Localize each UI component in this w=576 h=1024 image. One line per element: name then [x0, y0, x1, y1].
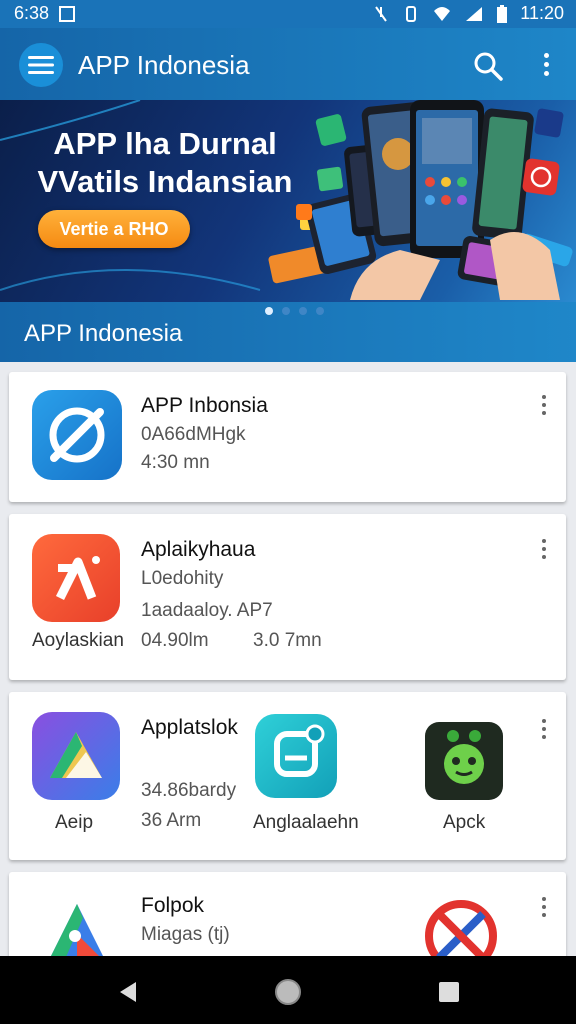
wifi-icon: [434, 6, 451, 21]
app-detail-2: 1aadaaloy. AP7: [141, 600, 273, 621]
app-detail: Miagas (tj): [141, 924, 230, 945]
app-meta: 4:30 mn: [141, 452, 210, 473]
app-detail: 0A66dMHgk: [141, 424, 246, 445]
card-more-button[interactable]: [534, 392, 554, 420]
app-icon[interactable]: [32, 390, 122, 480]
app-title: APP Inbonsia: [141, 394, 268, 417]
promo-banner[interactable]: APP lha Durnal VVatils Indansian Vertie …: [0, 100, 576, 302]
banner-headline-2: VVatils Indansian: [37, 164, 293, 199]
system-nav-bar: [0, 956, 576, 1024]
app-detail: L0edohity: [141, 568, 224, 589]
app-detail: 34.86bardy: [141, 780, 237, 801]
app-icon[interactable]: [32, 534, 120, 622]
home-icon[interactable]: [274, 978, 302, 1006]
carousel-dot[interactable]: [265, 307, 273, 315]
lambda-app-icon: [55, 556, 100, 601]
app-size: 04.90lm: [141, 630, 209, 651]
screenshot-icon: [59, 5, 76, 22]
back-icon[interactable]: [116, 980, 140, 1004]
more-vert-icon: [534, 536, 554, 559]
app-icon-label: Aoylaskian: [32, 630, 124, 651]
app-time: 3.0 7mn: [253, 630, 322, 651]
battery-icon: [497, 4, 508, 23]
mute-icon: [375, 5, 388, 22]
carousel-indicator[interactable]: [265, 307, 324, 315]
search-icon: [474, 52, 503, 81]
status-bar: 6:38 11:20: [0, 0, 576, 28]
more-vert-icon: [534, 392, 554, 415]
app-card[interactable]: APP Inbonsia 0A66dMHgk 4:30 mn: [9, 372, 566, 502]
app-card[interactable]: Aoylaskian Aplaikyhaua L0edohity 1aadaal…: [9, 514, 566, 680]
vibrate-icon: [406, 5, 417, 22]
card-more-button[interactable]: [534, 894, 554, 922]
more-vert-icon: [534, 50, 558, 76]
overflow-menu-button[interactable]: [534, 50, 558, 82]
card-more-button[interactable]: [534, 536, 554, 564]
menu-button[interactable]: [19, 43, 63, 87]
app-title: APP Indonesia: [78, 50, 250, 80]
android-app-icon: [444, 730, 484, 784]
more-vert-icon: [534, 894, 554, 917]
banner-cta-button[interactable]: Vertie a RHO: [38, 210, 190, 248]
chat-app-icon: [274, 724, 325, 777]
app-card[interactable]: Aeip Applatslok 34.86bardy 36 Arm Anglaa…: [9, 692, 566, 860]
app-title: Folpok: [141, 894, 205, 917]
hamburger-icon: [28, 56, 54, 74]
compass-app-icon: [49, 407, 105, 463]
app-icon-label: Anglaalaehn: [253, 812, 359, 833]
signal-icon: [466, 6, 483, 21]
carousel-dot[interactable]: [299, 307, 307, 315]
more-vert-icon: [534, 716, 554, 739]
status-time: 11:20: [520, 3, 564, 23]
app-icon-label: Aeip: [55, 812, 94, 833]
app-icon[interactable]: [255, 714, 337, 798]
status-left-text: 6:38: [14, 3, 50, 23]
carousel-dot[interactable]: [316, 307, 324, 315]
card-more-button[interactable]: [534, 716, 554, 744]
recents-icon[interactable]: [438, 981, 460, 1003]
carousel-dot[interactable]: [282, 307, 290, 315]
app-bar: APP Indonesia: [0, 28, 576, 100]
search-button[interactable]: [470, 48, 506, 84]
app-icon[interactable]: [425, 722, 503, 800]
triangle-app-icon: [50, 732, 102, 778]
app-icon[interactable]: [32, 712, 120, 800]
section-title: APP Indonesia: [24, 320, 183, 347]
app-icon-label: Apck: [443, 812, 486, 833]
app-title: Applatslok: [141, 716, 238, 739]
app-meta: 36 Arm: [141, 810, 202, 831]
app-title: Aplaikyhaua: [141, 538, 256, 561]
banner-headline-1: APP lha Durnal: [53, 126, 277, 161]
